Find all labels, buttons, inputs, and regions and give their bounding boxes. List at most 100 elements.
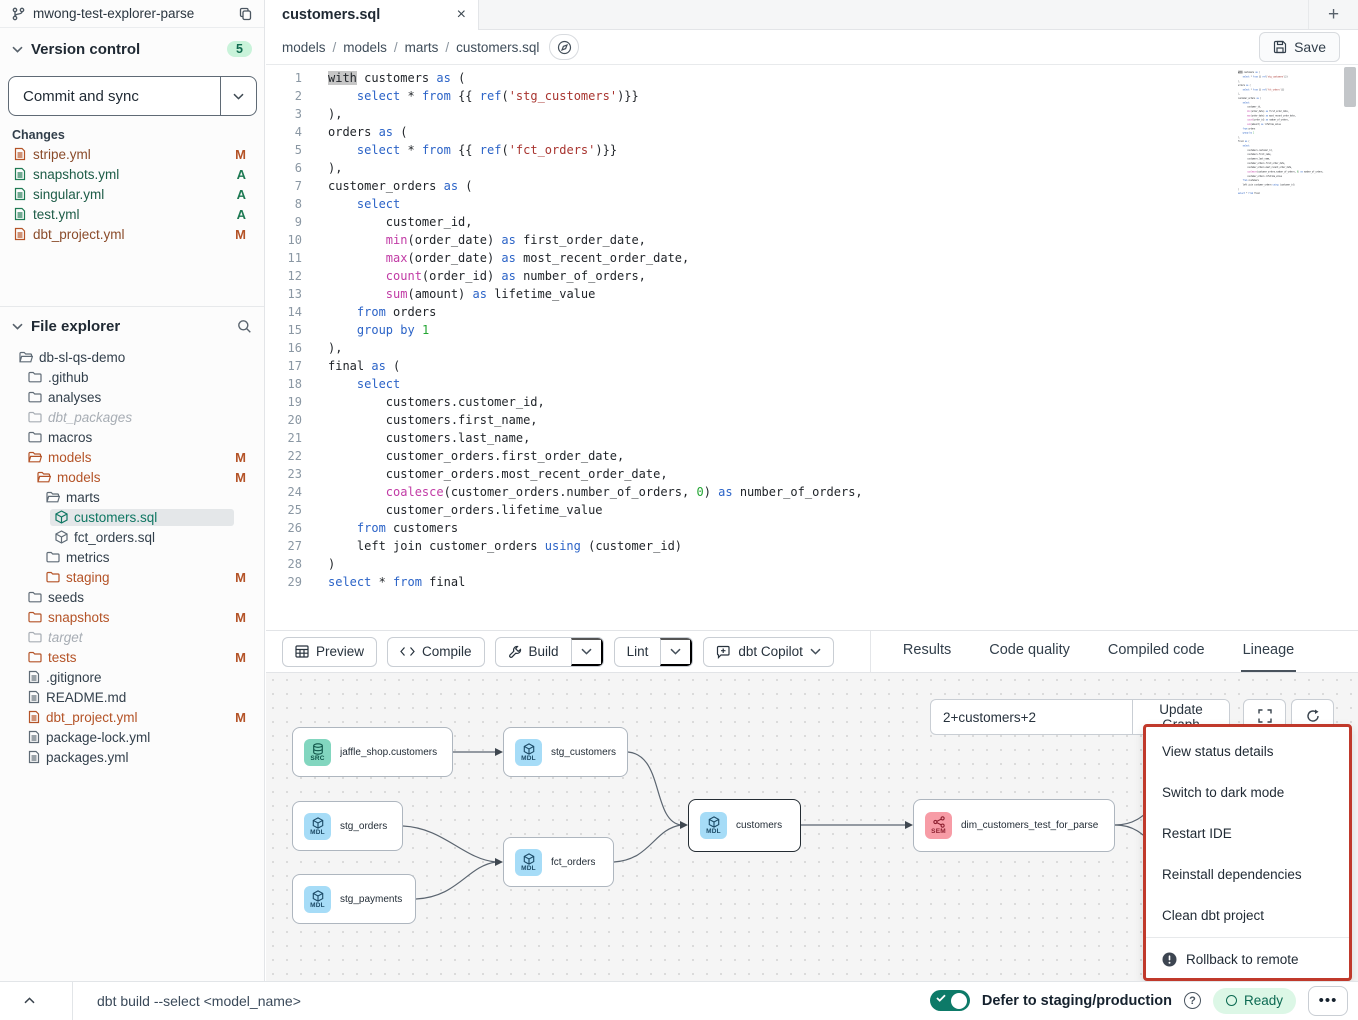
results-tab[interactable]: Compiled code (1106, 631, 1207, 673)
breadcrumb-part[interactable]: marts (405, 40, 439, 55)
line-number: 5 (266, 141, 302, 159)
node-type-badge: MDL (304, 886, 331, 913)
main-panel: customers.sql × + models/ models/ marts/… (266, 0, 1358, 981)
code-line: 14 from orders (266, 303, 1358, 321)
file-tree-item[interactable]: .github (8, 367, 256, 387)
plus-icon: + (1328, 4, 1339, 26)
file-tree-item[interactable]: db-sl-qs-demo (8, 347, 256, 367)
git-branch-icon (12, 7, 25, 21)
change-list-item[interactable]: dbt_project.yml M (8, 224, 256, 244)
tab-customers-sql[interactable]: customers.sql × (266, 0, 479, 30)
build-button[interactable]: Build (496, 638, 571, 666)
breadcrumb-part[interactable]: customers.sql (456, 40, 539, 55)
editor-tabstrip: customers.sql × + (266, 0, 1358, 30)
file-tree-item[interactable]: customers.sql (8, 507, 256, 527)
line-code: sum(amount) as lifetime_value (328, 285, 595, 303)
file-tree-item[interactable]: snapshots M (8, 607, 256, 627)
node-type-label: MDL (521, 865, 536, 872)
chevron-down-icon[interactable] (12, 46, 23, 53)
menu-item-clean-dbt-project[interactable]: Clean dbt project (1146, 895, 1349, 936)
defer-toggle[interactable] (930, 990, 970, 1011)
code-line: 6), (266, 159, 1358, 177)
file-tree-item[interactable]: fct_orders.sql (8, 527, 256, 547)
change-list-item[interactable]: singular.yml A (8, 184, 256, 204)
file-tree-item[interactable]: analyses (8, 387, 256, 407)
file-tree-item[interactable]: metrics (8, 547, 256, 567)
change-list-item[interactable]: test.yml A (8, 204, 256, 224)
menu-item-view-status-details[interactable]: View status details (1146, 731, 1349, 772)
file-tree-item[interactable]: .gitignore (8, 667, 256, 687)
minimap[interactable]: 1with customers as ( 2 select * from {{ … (1238, 70, 1334, 206)
file-tree-item[interactable]: dbt_project.yml M (8, 707, 256, 727)
breadcrumb-part[interactable]: models (282, 40, 326, 55)
file-tree-item[interactable]: models M (8, 467, 256, 487)
lineage-selector-input[interactable] (931, 700, 1132, 734)
editor-scrollbar[interactable] (1344, 65, 1356, 630)
results-tab-label: Results (903, 642, 951, 658)
lineage-node-stg_orders[interactable]: MDL stg_orders (292, 801, 403, 851)
results-tab[interactable]: Results (901, 631, 953, 673)
wrench-icon (508, 645, 522, 659)
chevron-down-icon[interactable] (12, 323, 23, 330)
menu-item-switch-to-dark-mode[interactable]: Switch to dark mode (1146, 772, 1349, 813)
commit-options-caret[interactable] (220, 77, 256, 115)
menu-item-reinstall-dependencies[interactable]: Reinstall dependencies (1146, 854, 1349, 895)
file-tree-item[interactable]: target (8, 627, 256, 647)
folder-icon (28, 371, 42, 383)
new-tab-button[interactable]: + (1308, 0, 1358, 29)
file-tree-item[interactable]: models M (8, 447, 256, 467)
file-tree-item[interactable]: marts (8, 487, 256, 507)
version-control-section: Version control 5 Commit and sync Change… (0, 28, 264, 244)
explore-lineage-button[interactable] (549, 34, 579, 60)
breadcrumb-part[interactable]: models (343, 40, 387, 55)
code-line: 16), (266, 339, 1358, 357)
file-tree-item[interactable]: staging M (8, 567, 256, 587)
expand-command-bar-button[interactable] (14, 989, 44, 1013)
menu-item-label: Restart IDE (1162, 826, 1232, 841)
lineage-node-fct_orders[interactable]: MDL fct_orders (503, 837, 614, 887)
results-tab[interactable]: Lineage (1241, 631, 1297, 673)
lineage-node-customers[interactable]: MDL customers (688, 799, 801, 852)
file-icon (28, 710, 40, 724)
file-tree-item[interactable]: seeds (8, 587, 256, 607)
file-tree-item[interactable]: README.md (8, 687, 256, 707)
preview-button[interactable]: Preview (282, 637, 377, 667)
commit-and-sync-button[interactable]: Commit and sync (8, 76, 257, 116)
scrollbar-thumb[interactable] (1344, 67, 1356, 107)
code-content[interactable]: 1with customers as ( 2 select * from {{ … (266, 65, 1358, 591)
file-tree-item[interactable]: dbt_packages (8, 407, 256, 427)
copy-branch-button[interactable] (239, 7, 252, 21)
lineage-node-stg_payments[interactable]: MDL stg_payments (292, 874, 416, 924)
lineage-node-stg_customers[interactable]: MDL stg_customers (503, 727, 628, 777)
compile-button[interactable]: Compile (387, 637, 485, 667)
change-list-item[interactable]: stripe.yml M (8, 144, 256, 164)
file-tree-item[interactable]: macros (8, 427, 256, 447)
lineage-canvas[interactable]: SRC jaffle_shop.customers MDL stg_custom… (266, 672, 1358, 981)
file-search-button[interactable] (237, 319, 252, 334)
dbt-copilot-button[interactable]: dbt Copilot (703, 637, 834, 667)
code-editor[interactable]: 1with customers as ( 2 select * from {{ … (266, 65, 1358, 630)
lineage-node-dim_customers_test_for_parse[interactable]: SEM dim_customers_test_for_parse (913, 799, 1115, 852)
lineage-node-jaffle_shop.customers[interactable]: SRC jaffle_shop.customers (292, 727, 453, 777)
status-bar: dbt build --select <model_name> Defer to… (0, 981, 1358, 1019)
file-tree-item[interactable]: packages.yml (8, 747, 256, 767)
change-list-item[interactable]: snapshots.yml A (8, 164, 256, 184)
lint-button[interactable]: Lint (615, 638, 661, 666)
file-tree-item[interactable]: tests M (8, 647, 256, 667)
menu-item-restart-ide[interactable]: Restart IDE (1146, 813, 1349, 854)
save-button[interactable]: Save (1259, 32, 1340, 62)
help-icon[interactable]: ? (1184, 992, 1201, 1009)
file-name: seeds (48, 590, 84, 605)
command-input-placeholder[interactable]: dbt build --select <model_name> (97, 993, 301, 1009)
chevron-down-icon (810, 648, 821, 655)
more-options-button[interactable]: ••• (1308, 986, 1348, 1016)
lint-options-caret[interactable] (660, 638, 692, 666)
file-tree-item[interactable]: package-lock.yml (8, 727, 256, 747)
line-code: group by 1 (1238, 130, 1254, 134)
menu-item-rollback-to-remote[interactable]: Rollback to remote (1146, 939, 1349, 980)
branch-name: mwong-test-explorer-parse (33, 6, 194, 21)
status-ready-badge[interactable]: Ready (1213, 988, 1296, 1014)
results-tab[interactable]: Code quality (987, 631, 1072, 673)
build-options-caret[interactable] (571, 638, 603, 666)
close-tab-icon[interactable]: × (457, 7, 466, 23)
